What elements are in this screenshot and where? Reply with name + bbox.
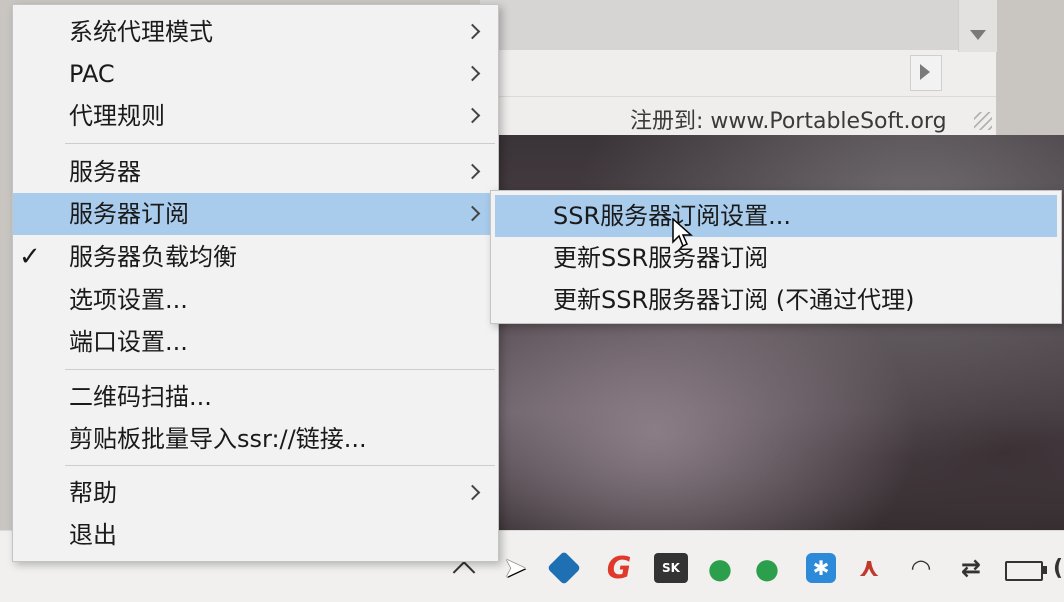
chevron-right-icon — [465, 472, 485, 514]
submenu-item-label: 更新SSR服务器订阅 (不通过代理) — [553, 286, 915, 314]
menu-separator — [65, 143, 495, 144]
menu-item-label: 选项设置... — [69, 286, 188, 314]
menu-item-load-balance[interactable]: ✓ 服务器负载均衡 — [13, 236, 498, 278]
menu-item-label: 代理规则 — [69, 102, 165, 130]
battery-icon[interactable] — [1005, 561, 1047, 581]
network-arrows-icon[interactable]: ⇄ — [956, 553, 986, 583]
menu-item-help[interactable]: 帮助 — [13, 472, 498, 514]
g-app-icon[interactable]: G — [604, 551, 634, 586]
teamviewer-icon[interactable]: ● — [705, 552, 735, 585]
menu-item-pac[interactable]: PAC — [13, 53, 498, 95]
chevron-right-icon — [465, 11, 485, 53]
menu-item-qr-scan[interactable]: 二维码扫描... — [13, 376, 498, 418]
upload-app-icon[interactable]: ⋏ — [854, 553, 884, 583]
menu-item-label: 系统代理模式 — [69, 18, 213, 46]
menu-item-port-settings[interactable]: 端口设置... — [13, 321, 498, 363]
menu-item-label: 二维码扫描... — [69, 383, 212, 411]
subscription-submenu: SSR服务器订阅设置... 更新SSR服务器订阅 更新SSR服务器订阅 (不通过… — [490, 190, 1062, 324]
window-content-area — [480, 0, 960, 50]
menu-item-label: 退出 — [69, 521, 117, 549]
tray-context-menu: 系统代理模式 PAC 代理规则 服务器 服务器订阅 ✓ 服务器负载均衡 选项设置… — [12, 4, 499, 562]
shield-app-icon[interactable] — [547, 551, 581, 585]
menu-item-proxy-rules[interactable]: 代理规则 — [13, 95, 498, 137]
chevron-right-icon — [465, 151, 485, 193]
menu-item-label: 服务器负载均衡 — [69, 243, 237, 271]
scroll-right-icon[interactable] — [920, 64, 930, 80]
submenu-item-label: 更新SSR服务器订阅 — [553, 244, 769, 272]
menu-item-options[interactable]: 选项设置... — [13, 279, 498, 321]
cursor-icon: ➤ — [503, 551, 527, 584]
vertical-scrollbar[interactable] — [958, 0, 997, 52]
menu-item-servers[interactable]: 服务器 — [13, 151, 498, 193]
menu-item-label: 剪贴板批量导入ssr://链接... — [69, 425, 367, 453]
menu-separator — [65, 465, 495, 466]
background-window: 注册到: www.PortableSoft.org — [480, 0, 997, 135]
menu-item-import-clipboard[interactable]: 剪贴板批量导入ssr://链接... — [13, 418, 498, 460]
menu-item-label: 帮助 — [69, 479, 117, 507]
menu-item-exit[interactable]: 退出 — [13, 514, 498, 556]
bluetooth-icon[interactable]: ✱ — [806, 553, 836, 583]
checkmark-icon: ✓ — [19, 242, 41, 272]
more-icon[interactable]: ( — [1052, 553, 1064, 583]
resize-grip-icon[interactable] — [974, 112, 992, 130]
menu-item-label: 服务器订阅 — [69, 200, 189, 228]
chevron-right-icon — [465, 53, 485, 95]
chevron-right-icon — [465, 95, 485, 137]
menu-item-label: 端口设置... — [69, 328, 188, 356]
teamviewer-icon[interactable]: ● — [752, 552, 782, 585]
menu-separator — [65, 369, 495, 370]
registered-to-text: 注册到: www.PortableSoft.org — [630, 109, 947, 134]
menu-item-label: PAC — [69, 60, 115, 88]
submenu-item-update-ssr-subscription-no-proxy[interactable]: 更新SSR服务器订阅 (不通过代理) — [491, 279, 1061, 321]
submenu-item-update-ssr-subscription[interactable]: 更新SSR服务器订阅 — [491, 237, 1061, 279]
chevron-right-icon — [465, 193, 485, 235]
menu-item-server-subscription[interactable]: 服务器订阅 — [13, 193, 498, 235]
scroll-down-icon[interactable] — [970, 30, 986, 40]
submenu-item-ssr-subscription-settings[interactable]: SSR服务器订阅设置... — [495, 195, 1057, 237]
menu-item-system-proxy-mode[interactable]: 系统代理模式 — [13, 11, 498, 53]
status-divider — [480, 96, 996, 97]
menu-item-label: 服务器 — [69, 158, 141, 186]
wifi-icon[interactable]: ◠ — [906, 553, 936, 583]
sk-app-icon[interactable]: SK — [654, 553, 688, 583]
